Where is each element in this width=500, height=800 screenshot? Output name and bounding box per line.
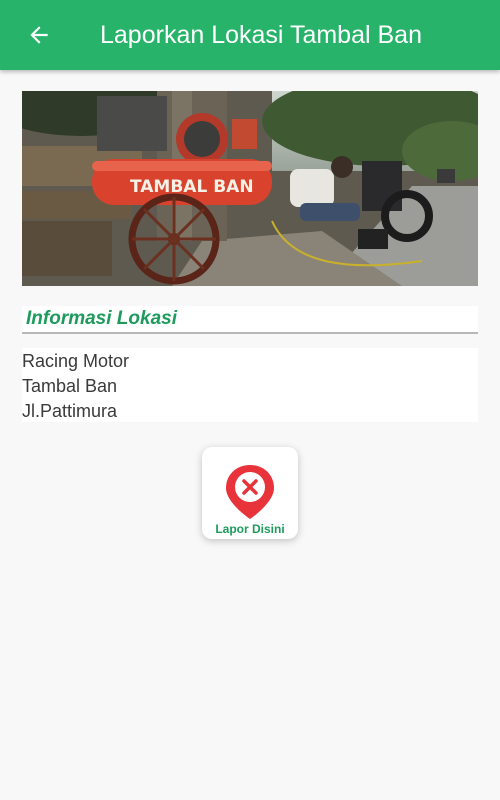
location-category: Tambal Ban — [22, 376, 118, 396]
back-button[interactable] — [20, 16, 58, 54]
tambal-ban-sign: TAMBAL BAN — [130, 177, 254, 197]
location-info-header: Informasi Lokasi — [22, 306, 478, 334]
location-address: Jl.Pattimura — [22, 401, 118, 421]
report-here-button[interactable]: Lapor Disini — [202, 447, 298, 539]
arrow-left-icon — [30, 26, 48, 44]
map-pin-x-icon — [226, 465, 274, 519]
location-info-box: Racing Motor Tambal Ban Jl.Pattimura — [22, 348, 478, 422]
section-title: Informasi Lokasi — [26, 308, 177, 329]
report-button-label: Lapor Disini — [215, 522, 285, 536]
location-photo: TAMBAL BAN — [22, 91, 478, 286]
location-name: Racing Motor — [22, 351, 130, 371]
app-bar: Laporkan Lokasi Tambal Ban — [0, 0, 500, 70]
page-title: Laporkan Lokasi Tambal Ban — [100, 20, 422, 49]
